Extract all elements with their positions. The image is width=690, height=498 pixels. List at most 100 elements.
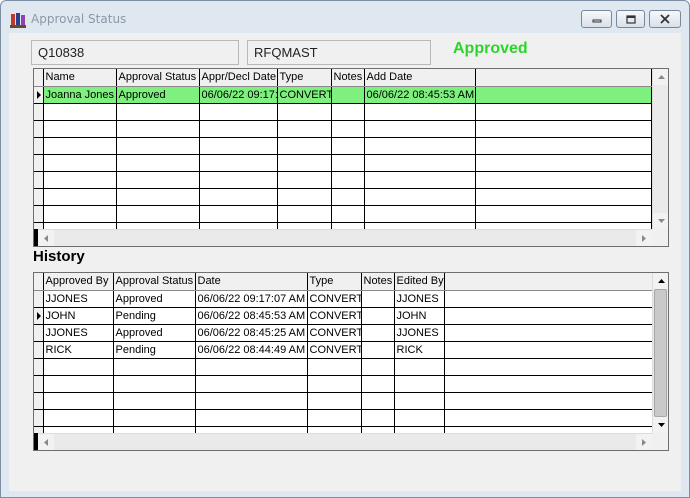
table-cell-empty: [444, 324, 655, 342]
history-header-row: Approved By Approval Status Date Type No…: [34, 273, 655, 291]
scroll-right-button[interactable]: [636, 434, 652, 450]
table-cell[interactable]: 06/06/22 08:44:49 AM: [195, 341, 308, 359]
scroll-corner: [652, 229, 668, 246]
maximize-icon: [625, 14, 636, 24]
history-vertical-scrollbar[interactable]: [652, 273, 668, 433]
column-header[interactable]: Date: [195, 273, 308, 291]
table-cell[interactable]: JJONES: [43, 324, 114, 342]
table-cell[interactable]: Joanna Jones: [43, 86, 117, 104]
scroll-corner: [652, 433, 668, 450]
table-row[interactable]: [34, 205, 652, 223]
column-header[interactable]: Appr/Decl Date: [199, 69, 278, 87]
row-indicator-header: [34, 273, 44, 291]
table-row[interactable]: [34, 171, 652, 189]
history-scroll-thumb[interactable]: [654, 289, 667, 417]
approvals-horizontal-scrollbar[interactable]: [34, 229, 652, 246]
table-cell[interactable]: [331, 86, 365, 104]
minimize-button[interactable]: [581, 10, 612, 28]
column-header[interactable]: Approved By: [43, 273, 114, 291]
table-cell[interactable]: [361, 307, 395, 325]
scroll-right-button[interactable]: [636, 230, 652, 246]
table-row[interactable]: RICK Pending 06/06/22 08:44:49 AM CONVER…: [34, 341, 655, 359]
table-row[interactable]: [34, 188, 652, 206]
scroll-left-arrow-icon: [44, 438, 48, 446]
table-cell[interactable]: JOHN: [394, 307, 445, 325]
table-cell[interactable]: 06/06/22 08:45:25 AM: [195, 324, 308, 342]
table-cell[interactable]: RICK: [43, 341, 114, 359]
table-cell[interactable]: JJONES: [394, 324, 445, 342]
row-indicator-header: [34, 69, 44, 87]
scroll-down-button[interactable]: [653, 213, 668, 229]
table-cell[interactable]: JJONES: [43, 290, 114, 308]
table-cell[interactable]: CONVERT: [307, 290, 362, 308]
table-cell[interactable]: Approved: [116, 86, 200, 104]
row-indicator: [34, 341, 44, 359]
scroll-up-arrow-icon: [657, 75, 665, 79]
close-icon: [660, 14, 670, 24]
table-row[interactable]: JOHN Pending 06/06/22 08:45:53 AM CONVER…: [34, 307, 655, 325]
table-row[interactable]: [34, 358, 655, 376]
column-header[interactable]: Type: [277, 69, 332, 87]
row-indicator: [34, 86, 44, 104]
column-header[interactable]: Notes: [361, 273, 395, 291]
table-cell[interactable]: 06/06/22 08:45:53 AM: [364, 86, 476, 104]
column-header[interactable]: Notes: [331, 69, 365, 87]
history-horizontal-scrollbar[interactable]: [34, 433, 652, 450]
scroll-down-button[interactable]: [653, 417, 668, 433]
minimize-icon: [592, 19, 601, 23]
table-cell[interactable]: Pending: [113, 307, 196, 325]
column-header[interactable]: Edited By: [394, 273, 445, 291]
row-indicator: [34, 307, 44, 325]
table-cell[interactable]: JOHN: [43, 307, 114, 325]
table-row[interactable]: [34, 154, 652, 172]
table-row[interactable]: [34, 137, 652, 155]
table-cell[interactable]: 06/06/22 08:45:53 AM: [195, 307, 308, 325]
table-row[interactable]: [34, 392, 655, 410]
scroll-up-button[interactable]: [653, 273, 668, 289]
table-cell[interactable]: CONVERT: [307, 324, 362, 342]
table-row[interactable]: [34, 120, 652, 138]
table-cell[interactable]: Pending: [113, 341, 196, 359]
table-row[interactable]: Joanna Jones Approved 06/06/22 09:17: CO…: [34, 86, 652, 104]
maximize-button[interactable]: [616, 10, 645, 28]
table-row[interactable]: JJONES Approved 06/06/22 09:17:07 AM CON…: [34, 290, 655, 308]
table-row[interactable]: [34, 103, 652, 121]
column-header[interactable]: Type: [307, 273, 362, 291]
quote-number-field[interactable]: Q10838: [31, 40, 239, 65]
current-row-arrow-icon: [37, 311, 41, 320]
column-header[interactable]: Approval Status: [113, 273, 196, 291]
table-cell[interactable]: [361, 290, 395, 308]
table-cell[interactable]: CONVERT: [277, 86, 332, 104]
table-cell[interactable]: RICK: [394, 341, 445, 359]
column-header[interactable]: Approval Status: [116, 69, 200, 87]
table-cell[interactable]: Approved: [113, 290, 196, 308]
table-cell[interactable]: [361, 341, 395, 359]
scroll-left-button[interactable]: [38, 434, 54, 450]
table-row[interactable]: JJONES Approved 06/06/22 08:45:25 AM CON…: [34, 324, 655, 342]
table-cell[interactable]: [361, 324, 395, 342]
table-row[interactable]: [34, 375, 655, 393]
table-cell[interactable]: Approved: [113, 324, 196, 342]
scroll-left-button[interactable]: [38, 230, 54, 246]
approvals-grid[interactable]: Name Approval Status Appr/Decl Date Type…: [33, 68, 669, 247]
history-grid[interactable]: Approved By Approval Status Date Type No…: [33, 272, 669, 451]
table-cell[interactable]: 06/06/22 09:17:07 AM: [195, 290, 308, 308]
table-cell[interactable]: CONVERT: [307, 307, 362, 325]
approvals-table: Name Approval Status Appr/Decl Date Type…: [34, 69, 652, 240]
table-row[interactable]: [34, 409, 655, 427]
table-cell-empty: [475, 86, 652, 104]
column-header[interactable]: Name: [43, 69, 117, 87]
table-cell[interactable]: CONVERT: [307, 341, 362, 359]
scroll-down-arrow-icon: [657, 219, 665, 223]
scroll-down-arrow-icon: [657, 423, 665, 427]
table-name-field[interactable]: RFQMAST: [247, 40, 431, 65]
column-header[interactable]: Add Date: [364, 69, 476, 87]
table-cell[interactable]: 06/06/22 09:17:: [199, 86, 278, 104]
approvals-header-row: Name Approval Status Appr/Decl Date Type…: [34, 69, 652, 87]
current-row-arrow-icon: [37, 90, 41, 99]
approvals-vertical-scrollbar[interactable]: [652, 69, 668, 229]
table-cell[interactable]: JJONES: [394, 290, 445, 308]
close-button[interactable]: [649, 10, 681, 28]
client-area: Q10838 RFQMAST Approved Name Approval St…: [9, 33, 681, 491]
scroll-up-button[interactable]: [653, 69, 668, 85]
